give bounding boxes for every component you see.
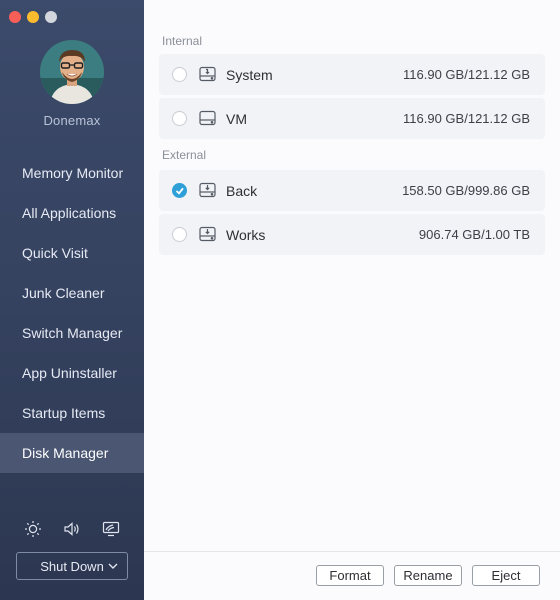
disk-radio[interactable] (172, 227, 187, 242)
disk-radio[interactable] (172, 111, 187, 126)
disk-row-back[interactable]: Back 158.50 GB/999.86 GB (159, 170, 545, 211)
disk-size: 116.90 GB/121.12 GB (403, 67, 530, 82)
sidebar: Donemax Memory Monitor All Applications … (0, 0, 144, 600)
close-window-button[interactable] (9, 11, 21, 23)
volume-icon[interactable] (62, 519, 82, 539)
disk-row-works[interactable]: Works 906.74 GB/1.00 TB (159, 214, 545, 255)
disk-size: 906.74 GB/1.00 TB (419, 227, 530, 242)
disk-name: VM (226, 111, 247, 127)
sidebar-item-switch-manager[interactable]: Switch Manager (0, 313, 144, 353)
disk-row-vm[interactable]: VM 116.90 GB/121.12 GB (159, 98, 545, 139)
disk-name: Works (226, 227, 266, 243)
sidebar-item-disk-manager[interactable]: Disk Manager (0, 433, 144, 473)
window-controls (9, 11, 57, 23)
section-label-external: External (162, 148, 207, 162)
sidebar-item-memory-monitor[interactable]: Memory Monitor (0, 153, 144, 193)
disk-row-system[interactable]: System 116.90 GB/121.12 GB (159, 54, 545, 95)
disk-used: 906.74 GB (418, 227, 482, 242)
disk-radio[interactable] (172, 67, 187, 82)
disk-total: 121.12 GB (467, 111, 530, 126)
disk-total: 121.12 GB (467, 67, 530, 82)
disk-used: 158.50 GB (402, 183, 465, 198)
disk-manager-panel: Internal System 116.90 GB/121.12 GB VM 1… (144, 0, 560, 600)
app-window: Donemax Memory Monitor All Applications … (0, 0, 560, 600)
sidebar-item-app-uninstaller[interactable]: App Uninstaller (0, 353, 144, 393)
chevron-down-icon (107, 560, 119, 575)
sidebar-item-quick-visit[interactable]: Quick Visit (0, 233, 144, 273)
external-disk-icon (199, 226, 216, 247)
disk-radio-checked[interactable] (172, 183, 187, 198)
footer-divider (144, 551, 560, 552)
sidebar-nav: Memory Monitor All Applications Quick Vi… (0, 153, 144, 473)
disk-total: 999.86 GB (467, 183, 530, 198)
eject-button[interactable]: Eject (472, 565, 540, 586)
display-icon[interactable] (101, 519, 121, 539)
disk-total: 1.00 TB (484, 227, 530, 242)
sidebar-item-all-applications[interactable]: All Applications (0, 193, 144, 233)
shutdown-dropdown[interactable]: Shut Down (16, 552, 128, 580)
brightness-icon[interactable] (23, 519, 43, 539)
username: Donemax (43, 113, 101, 128)
disk-used: 116.90 GB (403, 111, 465, 126)
disk-size: 158.50 GB/999.86 GB (402, 183, 530, 198)
internal-disk-icon (199, 110, 216, 131)
internal-disk-icon (199, 66, 216, 87)
rename-button[interactable]: Rename (394, 565, 462, 586)
minimize-window-button[interactable] (27, 11, 39, 23)
disk-name: Back (226, 183, 258, 199)
disk-name: System (226, 67, 273, 83)
external-disk-icon (199, 182, 216, 203)
sidebar-tools (0, 519, 144, 539)
section-label-internal: Internal (162, 34, 203, 48)
shutdown-label: Shut Down (40, 558, 104, 574)
sidebar-item-junk-cleaner[interactable]: Junk Cleaner (0, 273, 144, 313)
maximize-window-button[interactable] (45, 11, 57, 23)
avatar[interactable] (40, 40, 104, 104)
disk-used: 116.90 GB (403, 67, 465, 82)
sidebar-item-startup-items[interactable]: Startup Items (0, 393, 144, 433)
format-button[interactable]: Format (316, 565, 384, 586)
disk-size: 116.90 GB/121.12 GB (403, 111, 530, 126)
